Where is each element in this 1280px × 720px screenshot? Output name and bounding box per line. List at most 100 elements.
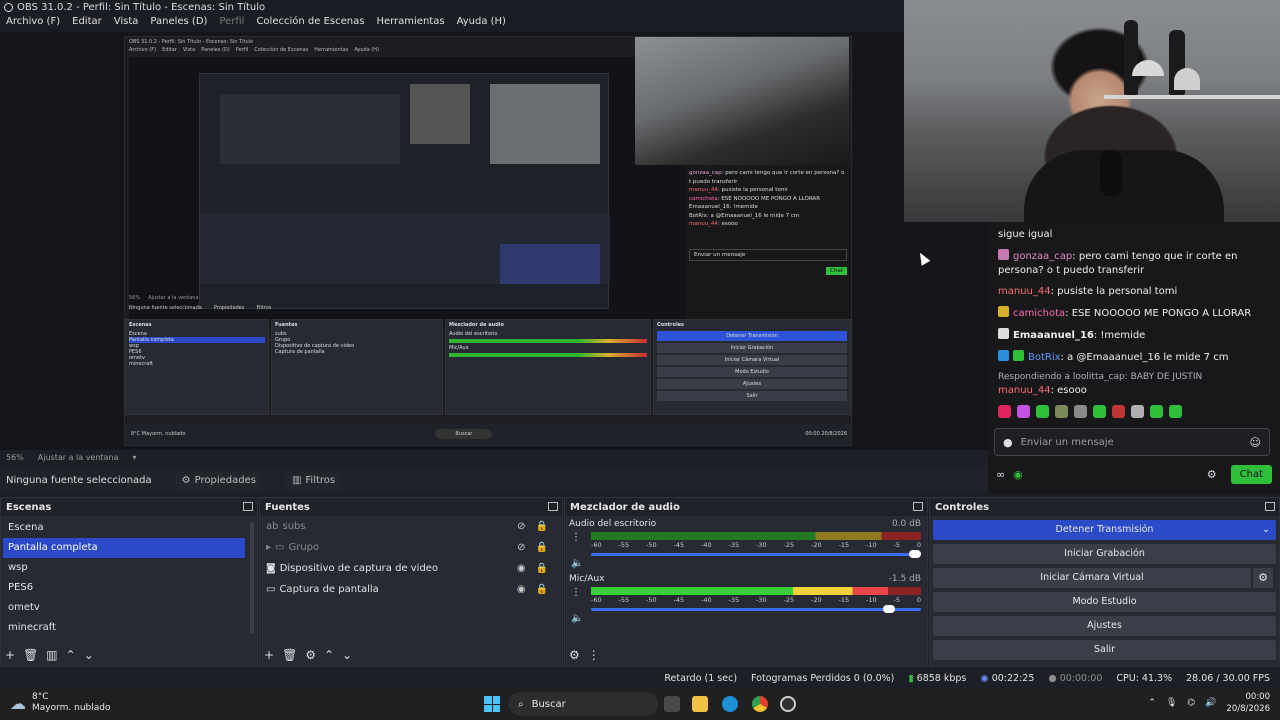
emote-icon[interactable] <box>1093 405 1106 418</box>
menu-ayuda[interactable]: Ayuda (H) <box>451 14 512 32</box>
taskbar-search[interactable]: ⌕ Buscar <box>508 692 658 716</box>
chevron-down-icon[interactable]: ▾ <box>132 453 136 463</box>
chat-username[interactable]: BotRix <box>1028 352 1061 363</box>
scene-item[interactable]: Escena <box>3 518 245 538</box>
clock[interactable]: 00:00 20/8/2026 <box>1226 691 1270 715</box>
eye-icon[interactable]: ◉ <box>517 563 526 574</box>
chevron-up-icon[interactable]: ⌃ <box>1148 698 1156 708</box>
emote-icon[interactable] <box>1169 405 1182 418</box>
eye-hidden-icon[interactable]: ⊘ <box>517 521 525 532</box>
popout-icon[interactable] <box>1265 502 1275 511</box>
volume-icon[interactable]: 🔊 <box>1205 698 1216 708</box>
chat-message-input[interactable]: ● Enviar un mensaje ☺ <box>994 428 1270 456</box>
chat-username[interactable]: Emaaanuel_16 <box>1013 330 1094 341</box>
menu-herramientas[interactable]: Herramientas <box>370 14 450 32</box>
gear-icon[interactable]: ⚙ <box>569 648 580 662</box>
zoom-level[interactable]: 56% <box>6 453 24 463</box>
chat-username[interactable]: manuu_44 <box>998 385 1051 396</box>
scene-item[interactable]: ometv <box>3 598 245 618</box>
chat-username[interactable]: manuu_44 <box>998 286 1051 297</box>
chevron-right-icon[interactable]: ▸ <box>266 542 271 553</box>
menu-editar[interactable]: Editar <box>66 14 108 32</box>
kebab-icon[interactable]: ⋮ <box>571 532 581 543</box>
down-icon[interactable]: ⌄ <box>342 648 352 662</box>
chat-username[interactable]: camichota <box>1013 308 1065 319</box>
fit-window[interactable]: Ajustar a la ventana <box>38 453 119 463</box>
eye-hidden-icon[interactable]: ⊘ <box>517 542 525 553</box>
emote-icon[interactable] <box>1112 405 1125 418</box>
eye-icon[interactable]: ◉ <box>517 584 526 595</box>
menu-paneles[interactable]: Paneles (D) <box>144 14 213 32</box>
start-recording-button[interactable]: Iniciar Grabación <box>933 544 1276 564</box>
scene-item[interactable]: wsp <box>3 558 245 578</box>
filter-icon[interactable]: ▥ <box>46 648 57 662</box>
popout-icon[interactable] <box>913 502 923 511</box>
task-view-icon[interactable] <box>664 696 680 712</box>
trash-icon[interactable]: 🗑 <box>23 648 38 662</box>
windows-start-icon[interactable] <box>484 696 500 712</box>
emoji-icon[interactable]: ☺ <box>1250 436 1261 449</box>
chat-username[interactable]: gonzaa_cap <box>1013 251 1072 262</box>
settings-button[interactable]: Ajustes <box>933 616 1276 636</box>
lock-icon[interactable]: 🔒 <box>536 521 548 532</box>
lock-icon[interactable]: 🔒 <box>536 542 548 553</box>
speaker-icon[interactable]: 🔈 <box>571 558 583 569</box>
emote-icon[interactable] <box>1131 405 1144 418</box>
points-icon[interactable]: ∞ <box>996 468 1005 481</box>
chevron-down-icon[interactable]: ⌄ <box>1262 520 1270 540</box>
exit-button[interactable]: Salir <box>933 640 1276 660</box>
obs-icon[interactable] <box>780 696 796 712</box>
menu-archivo[interactable]: Archivo (F) <box>0 14 66 32</box>
source-item[interactable]: ▸ ▭ Grupo ⊘ 🔒 <box>260 537 562 558</box>
emote-icon[interactable] <box>1017 405 1030 418</box>
up-icon[interactable]: ⌃ <box>66 648 76 662</box>
menu-vista[interactable]: Vista <box>108 14 145 32</box>
kebab-icon[interactable]: ⋮ <box>571 587 581 598</box>
channel-badge-icon[interactable]: ◉ <box>1013 468 1023 481</box>
network-icon[interactable]: ⌬ <box>1187 698 1195 708</box>
emote-icon[interactable] <box>1150 405 1163 418</box>
lock-icon[interactable]: 🔒 <box>536 563 548 574</box>
lock-icon[interactable]: 🔒 <box>536 584 548 595</box>
properties-button[interactable]: ⚙ Propiedades <box>175 471 262 489</box>
source-item[interactable]: ▭ Captura de pantalla ◉ 🔒 <box>260 579 562 600</box>
emote-icon[interactable] <box>998 405 1011 418</box>
source-item[interactable]: ◙ Dispositivo de captura de video ◉ 🔒 <box>260 558 562 579</box>
start-virtual-camera-button[interactable]: Iniciar Cámara Virtual <box>933 568 1251 588</box>
scene-item[interactable]: PES6 <box>3 578 245 598</box>
popout-icon[interactable] <box>548 502 558 511</box>
menu-perfil[interactable]: Perfil <box>213 14 250 32</box>
studio-mode-button[interactable]: Modo Estudio <box>933 592 1276 612</box>
down-icon[interactable]: ⌄ <box>84 648 94 662</box>
file-explorer-icon[interactable] <box>692 696 708 712</box>
emote-icon[interactable] <box>1074 405 1087 418</box>
weather-widget[interactable]: ☁ 8°C Mayorm. nublado <box>10 692 111 714</box>
bits-icon[interactable]: ● <box>1003 436 1013 449</box>
mic-icon[interactable]: 🎙 <box>1166 698 1177 708</box>
add-icon[interactable]: + <box>264 648 274 662</box>
scene-item-selected[interactable]: Pantalla completa <box>3 538 245 558</box>
gear-icon[interactable]: ⚙ <box>1253 568 1273 588</box>
scene-item[interactable]: minecraft <box>3 618 245 638</box>
scrollbar[interactable] <box>250 522 254 634</box>
menu-coleccion[interactable]: Colección de Escenas <box>250 14 370 32</box>
chat-send-button[interactable]: Chat <box>1230 464 1272 484</box>
slider-knob[interactable] <box>909 550 921 558</box>
filters-button[interactable]: ▥ Filtros <box>285 471 342 489</box>
emote-icon[interactable] <box>1055 405 1068 418</box>
trash-icon[interactable]: 🗑 <box>282 648 297 662</box>
source-item[interactable]: ab subs ⊘ 🔒 <box>260 516 562 537</box>
speaker-icon[interactable]: 🔈 <box>571 613 583 624</box>
emote-icon[interactable] <box>1036 405 1049 418</box>
kebab-icon[interactable]: ⋮ <box>588 648 600 662</box>
gear-icon[interactable]: ⚙ <box>1207 468 1217 481</box>
up-icon[interactable]: ⌃ <box>324 648 334 662</box>
volume-slider[interactable] <box>591 550 921 558</box>
edge-icon[interactable] <box>722 696 738 712</box>
volume-slider[interactable] <box>591 605 921 613</box>
add-icon[interactable]: + <box>5 648 15 662</box>
slider-knob[interactable] <box>882 605 895 613</box>
gear-icon[interactable]: ⚙ <box>305 648 316 662</box>
chrome-icon[interactable] <box>752 696 768 712</box>
stop-streaming-button[interactable]: Detener Transmisión ⌄ <box>933 520 1276 540</box>
